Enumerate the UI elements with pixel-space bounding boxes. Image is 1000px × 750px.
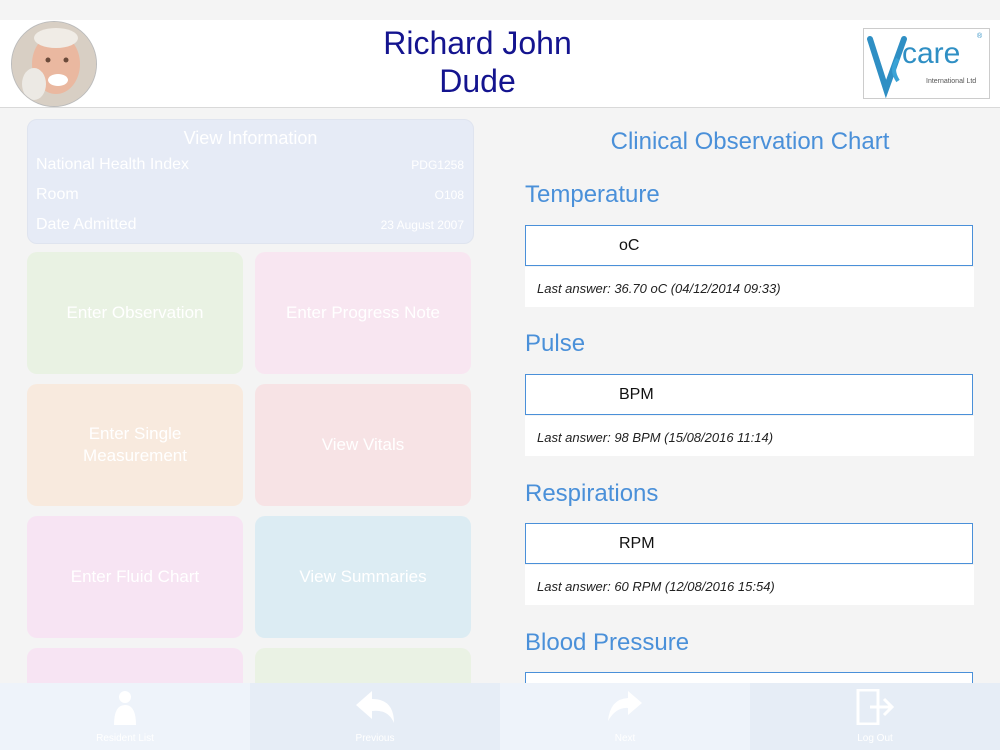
pulse-unit: BPM xyxy=(619,386,654,403)
info-row-date-admitted: Date Admitted 23 August 2007 xyxy=(36,216,464,234)
logout-icon xyxy=(856,689,895,725)
pulse-last-answer: Last answer: 98 BPM (15/08/2016 11:14) xyxy=(525,416,974,456)
resident-last-name: Dude xyxy=(439,63,516,99)
enter-fluid-chart-button[interactable]: Enter Fluid Chart xyxy=(27,516,243,638)
resident-list-button[interactable]: Resident List xyxy=(0,683,250,750)
log-out-button[interactable]: Log Out xyxy=(750,683,1000,750)
header: Richard John Dude care ® International L… xyxy=(0,20,1000,108)
bottom-label: Next xyxy=(614,733,636,744)
view-vitals-button[interactable]: View Vitals xyxy=(255,384,471,506)
respirations-input[interactable]: RPM xyxy=(525,523,973,564)
respirations-unit: RPM xyxy=(619,535,655,552)
temperature-unit: oC xyxy=(619,237,640,254)
resident-first-name: Richard John xyxy=(383,25,572,61)
info-label: Date Admitted xyxy=(36,216,137,233)
bottom-label: Log Out xyxy=(857,733,893,744)
info-value: PDG1258 xyxy=(411,158,464,172)
temperature-input[interactable]: oC xyxy=(525,225,973,266)
logo-registered-mark: ® xyxy=(977,33,983,40)
logo-subtitle: International Ltd xyxy=(926,78,977,85)
info-label: National Health Index xyxy=(36,156,189,173)
previous-button[interactable]: Previous xyxy=(250,683,500,750)
enter-observation-button[interactable]: Enter Observation xyxy=(27,252,243,374)
info-value: 23 August 2007 xyxy=(380,218,464,232)
last-answer-text: Last answer: 98 BPM (15/08/2016 11:14) xyxy=(537,430,774,445)
vcare-logo: care ® International Ltd xyxy=(863,28,990,99)
person-icon xyxy=(114,691,136,725)
bottom-label: Previous xyxy=(355,733,395,744)
info-title: View Information xyxy=(183,128,318,148)
info-row-nhi: National Health Index PDG1258 xyxy=(36,156,464,174)
pulse-input[interactable]: BPM xyxy=(525,374,973,415)
resident-name: Richard John Dude xyxy=(300,24,655,100)
logo-brand-text: care xyxy=(902,37,961,70)
menu-tile[interactable] xyxy=(27,648,243,683)
enter-single-measurement-button[interactable]: Enter Single Measurement xyxy=(27,384,243,506)
view-information-card[interactable]: View Information National Health Index P… xyxy=(27,119,474,244)
temperature-last-answer: Last answer: 36.70 oC (04/12/2014 09:33) xyxy=(525,267,974,307)
reply-arrow-icon xyxy=(356,691,394,723)
info-value: O108 xyxy=(434,188,464,202)
last-answer-text: Last answer: 36.70 oC (04/12/2014 09:33) xyxy=(537,281,781,296)
bottom-toolbar: Resident List Previous Next Log Out xyxy=(0,683,1000,750)
next-button[interactable]: Next xyxy=(500,683,750,750)
info-label: Room xyxy=(36,186,79,203)
last-answer-text: Last answer: 60 RPM (12/08/2016 15:54) xyxy=(537,579,775,594)
blood-pressure-label: Blood Pressure xyxy=(525,629,690,656)
temperature-label: Temperature xyxy=(525,181,660,208)
forward-arrow-icon xyxy=(608,691,642,721)
resident-menu-panel: View Information National Health Index P… xyxy=(0,108,500,683)
resident-avatar[interactable] xyxy=(11,21,97,107)
respirations-last-answer: Last answer: 60 RPM (12/08/2016 15:54) xyxy=(525,565,974,605)
chart-title: Clinical Observation Chart xyxy=(610,128,890,155)
pulse-label: Pulse xyxy=(525,330,586,357)
menu-tile[interactable] xyxy=(255,648,471,683)
respirations-label: Respirations xyxy=(525,480,659,507)
bottom-label: Resident List xyxy=(96,733,154,744)
info-row-room: Room O108 xyxy=(36,186,464,204)
status-bar xyxy=(0,0,1000,20)
view-summaries-button[interactable]: View Summaries xyxy=(255,516,471,638)
enter-progress-note-button[interactable]: Enter Progress Note xyxy=(255,252,471,374)
blood-pressure-input[interactable] xyxy=(525,672,973,683)
